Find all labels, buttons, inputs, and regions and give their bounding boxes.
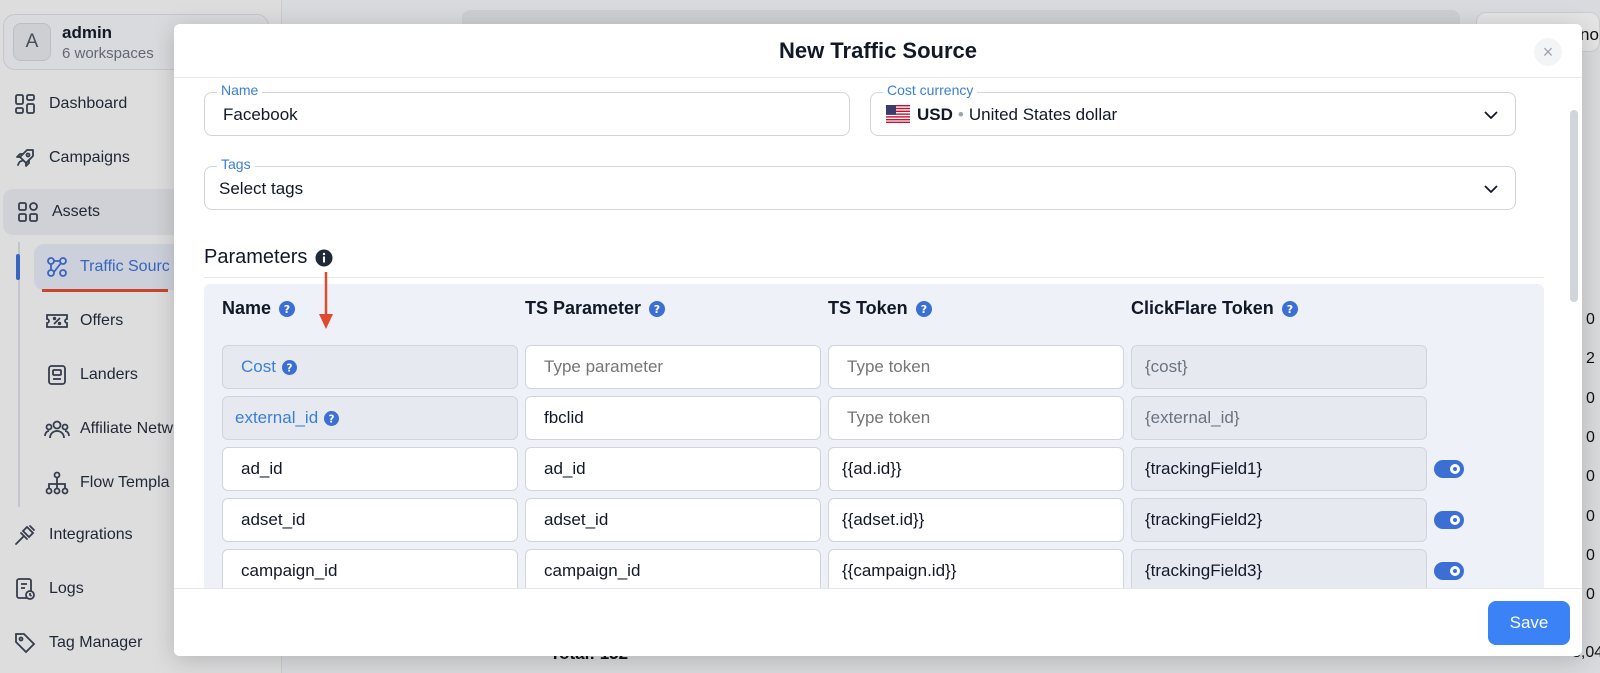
param-name-input[interactable]: campaign_id xyxy=(222,549,518,593)
svg-text:?: ? xyxy=(329,413,335,425)
param-name: Cost xyxy=(241,357,276,376)
svg-text:?: ? xyxy=(920,303,926,316)
new-traffic-source-modal: New Traffic Source × Name Facebook Cost … xyxy=(174,24,1582,656)
divider xyxy=(204,277,1544,278)
help-icon[interactable]: ? xyxy=(1281,300,1298,317)
ts-token-input[interactable] xyxy=(828,396,1124,440)
ts-token-input[interactable]: {{adset.id}} xyxy=(828,498,1124,542)
close-icon: × xyxy=(1542,41,1554,62)
param-toggle[interactable] xyxy=(1434,511,1464,529)
chevron-down-icon xyxy=(1484,111,1498,120)
ts-token-input[interactable]: {{campaign.id}} xyxy=(828,549,1124,593)
param-name-cell: Cost ? xyxy=(222,345,518,389)
save-button[interactable]: Save xyxy=(1488,601,1570,645)
ts-token-input[interactable]: {{ad.id}} xyxy=(828,447,1124,491)
param-name-input[interactable]: adset_id xyxy=(222,498,518,542)
modal-footer: Save xyxy=(174,588,1582,656)
tags-placeholder: Select tags xyxy=(219,179,304,198)
tags-select[interactable]: Tags Select tags xyxy=(204,156,1516,210)
svg-text:?: ? xyxy=(286,362,292,374)
tags-label: Tags xyxy=(217,156,255,172)
ts-parameter-input[interactable]: ad_id xyxy=(525,447,821,491)
name-value: Facebook xyxy=(223,105,298,124)
column-header-ts-parameter: TS Parameter ? xyxy=(525,298,666,319)
svg-text:?: ? xyxy=(654,303,660,316)
param-name-cell: external_id ? xyxy=(222,396,518,440)
column-header-label: ClickFlare Token xyxy=(1131,298,1274,318)
us-flag-icon xyxy=(886,105,910,123)
info-icon[interactable] xyxy=(315,249,333,267)
param-name: external_id xyxy=(235,408,319,427)
clickflare-token-cell: {trackingField3} xyxy=(1131,549,1427,593)
currency-separator: • xyxy=(957,105,964,124)
help-icon[interactable]: ? xyxy=(324,410,340,426)
column-header-name: Name ? xyxy=(222,298,296,319)
name-field[interactable]: Name Facebook xyxy=(204,82,850,136)
currency-value: USD • United States dollar xyxy=(917,105,1117,125)
modal-header: New Traffic Source × xyxy=(174,24,1582,78)
modal-title: New Traffic Source xyxy=(778,38,978,63)
ts-parameter-input[interactable]: adset_id xyxy=(525,498,821,542)
chevron-down-icon xyxy=(1484,185,1498,194)
column-header-label: Name xyxy=(222,298,272,318)
parameters-title: Parameters xyxy=(204,246,333,269)
cost-currency-label: Cost currency xyxy=(883,82,978,98)
ts-parameter-input[interactable] xyxy=(525,345,821,389)
column-header-label: TS Parameter xyxy=(525,298,642,318)
currency-code: USD xyxy=(917,105,953,124)
help-icon[interactable]: ? xyxy=(649,300,666,317)
close-button[interactable]: × xyxy=(1534,38,1562,66)
help-icon[interactable]: ? xyxy=(281,359,297,375)
param-name-input[interactable]: ad_id xyxy=(222,447,518,491)
ts-token-input[interactable] xyxy=(828,345,1124,389)
column-header-clickflare-token: ClickFlare Token ? xyxy=(1131,298,1298,319)
help-icon[interactable]: ? xyxy=(279,300,296,317)
ts-parameter-input[interactable]: fbclid xyxy=(525,396,821,440)
param-toggle[interactable] xyxy=(1434,562,1464,580)
help-icon[interactable]: ? xyxy=(915,300,932,317)
cost-currency-select[interactable]: Cost currency USD • United States dollar xyxy=(870,82,1516,136)
column-header-ts-token: TS Token ? xyxy=(828,298,932,319)
parameters-title-text: Parameters xyxy=(204,246,308,268)
clickflare-token-cell: {trackingField1} xyxy=(1131,447,1427,491)
svg-text:?: ? xyxy=(1287,303,1293,316)
ts-parameter-input[interactable]: campaign_id xyxy=(525,549,821,593)
svg-text:?: ? xyxy=(284,303,290,316)
column-header-label: TS Token xyxy=(828,298,908,318)
param-toggle[interactable] xyxy=(1434,460,1464,478)
scrollbar[interactable] xyxy=(1570,110,1578,302)
clickflare-token-cell: {external_id} xyxy=(1131,396,1427,440)
clickflare-token-cell: {trackingField2} xyxy=(1131,498,1427,542)
name-label: Name xyxy=(217,82,263,98)
annotation-arrow-icon xyxy=(319,272,333,329)
currency-name: United States dollar xyxy=(968,105,1118,124)
clickflare-token-cell: {cost} xyxy=(1131,345,1427,389)
